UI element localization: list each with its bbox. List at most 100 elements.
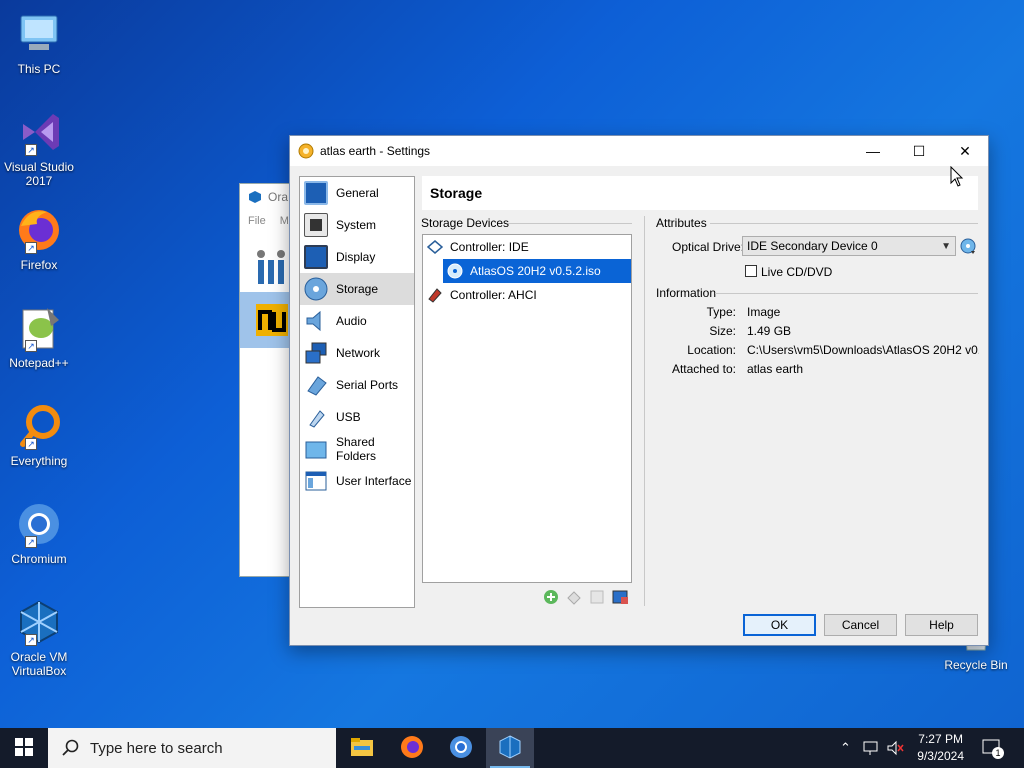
help-button[interactable]: Help bbox=[905, 614, 978, 636]
tree-item-iso[interactable]: AtlasOS 20H2 v0.5.2.iso bbox=[443, 259, 631, 283]
notification-icon: 1 bbox=[982, 739, 1004, 759]
general-icon bbox=[304, 181, 328, 205]
taskbar-app-chromium[interactable] bbox=[437, 728, 485, 768]
sidebar-item-user-interface[interactable]: User Interface bbox=[300, 465, 414, 497]
attributes-label: Attributes bbox=[656, 216, 707, 230]
desktop-icon-label: Recycle Bin bbox=[944, 658, 1008, 672]
dialog-title-bar[interactable]: atlas earth - Settings — ☐ ✕ bbox=[290, 136, 988, 166]
desktop-icon-everything[interactable]: ↗ Everything bbox=[2, 402, 76, 468]
clock-time: 7:27 PM bbox=[918, 732, 963, 746]
menu-file[interactable]: File bbox=[248, 215, 266, 227]
tree-item-label: AtlasOS 20H2 v0.5.2.iso bbox=[470, 264, 601, 278]
tree-item-controller-ahci[interactable]: Controller: AHCI bbox=[423, 283, 631, 307]
info-location-key: Location: bbox=[687, 343, 736, 357]
computer-icon bbox=[15, 10, 63, 58]
desktop-icon-visual-studio[interactable]: ↗ Visual Studio 2017 bbox=[2, 108, 76, 188]
sidebar-item-label: User Interface bbox=[336, 474, 412, 488]
show-hidden-icons-chevron-icon[interactable]: ⌃ bbox=[840, 728, 851, 768]
clock-date: 9/3/2024 bbox=[917, 749, 964, 763]
live-cd-label: Live CD/DVD bbox=[761, 265, 833, 279]
taskbar: Type here to search ⌃ 7:27 PM 9/3/2024 1 bbox=[0, 728, 1024, 768]
maximize-button[interactable]: ☐ bbox=[896, 136, 942, 166]
sidebar-item-serial-ports[interactable]: Serial Ports bbox=[300, 369, 414, 401]
page-title: Storage bbox=[422, 176, 978, 210]
sidebar-item-display[interactable]: Display bbox=[300, 241, 414, 273]
optical-drive-label: Optical Drive: bbox=[672, 240, 745, 254]
user-interface-icon bbox=[304, 469, 328, 493]
start-button[interactable] bbox=[0, 728, 48, 768]
everything-search-icon: ↗ bbox=[15, 402, 63, 450]
window-title: Ora bbox=[268, 190, 289, 204]
storage-tree[interactable]: Controller: IDE AtlasOS 20H2 v0.5.2.iso … bbox=[422, 234, 632, 583]
sidebar-item-label: System bbox=[336, 218, 377, 232]
taskbar-app-firefox[interactable] bbox=[388, 728, 436, 768]
storage-icon bbox=[304, 277, 328, 301]
ide-controller-icon bbox=[426, 239, 444, 255]
sidebar-item-system[interactable]: System bbox=[300, 209, 414, 241]
remove-attachment-button[interactable] bbox=[565, 588, 583, 606]
desktop-icon-label: Firefox bbox=[20, 258, 58, 272]
notification-count-badge: 1 bbox=[992, 747, 1004, 759]
remove-controller-button[interactable] bbox=[611, 588, 629, 606]
info-attached-key: Attached to: bbox=[671, 362, 736, 376]
virtualbox-icon bbox=[248, 190, 262, 204]
info-location-value: C:\Users\vm5\Downloads\AtlasOS 20H2 v0.5… bbox=[747, 343, 979, 357]
desktop-icon-notepad-plus-plus[interactable]: ↗ Notepad++ bbox=[2, 304, 76, 370]
sidebar-item-usb[interactable]: USB bbox=[300, 401, 414, 433]
add-attachment-button[interactable] bbox=[542, 588, 560, 606]
cancel-button[interactable]: Cancel bbox=[824, 614, 897, 636]
ok-button[interactable]: OK bbox=[743, 614, 816, 636]
info-type-value: Image bbox=[747, 305, 781, 319]
storage-devices-label: Storage Devices bbox=[421, 216, 510, 230]
sidebar-item-general[interactable]: General bbox=[300, 177, 414, 209]
optical-drive-value: IDE Secondary Device 0 bbox=[747, 239, 878, 253]
info-attached-value: atlas earth bbox=[747, 362, 804, 376]
sidebar-item-audio[interactable]: Audio bbox=[300, 305, 414, 337]
notepad-plus-plus-icon: ↗ bbox=[15, 304, 63, 352]
usb-icon bbox=[304, 405, 328, 429]
sidebar-item-label: USB bbox=[336, 410, 361, 424]
taskbar-app-virtualbox[interactable] bbox=[486, 728, 534, 768]
chevron-down-icon: ▼ bbox=[941, 240, 951, 252]
desktop-icon-this-pc[interactable]: This PC bbox=[2, 10, 76, 76]
virtualbox-icon: ↗ bbox=[15, 598, 63, 646]
settings-sidebar: General System Display Storage Audio Net… bbox=[299, 176, 415, 608]
network-status-icon[interactable] bbox=[862, 728, 880, 768]
settings-dialog[interactable]: atlas earth - Settings — ☐ ✕ General Sys… bbox=[289, 135, 989, 646]
add-controller-button[interactable] bbox=[588, 588, 606, 606]
desktop-icon-label: Oracle VM VirtualBox bbox=[10, 650, 68, 678]
chromium-icon: ↗ bbox=[15, 500, 63, 548]
tree-item-controller-ide[interactable]: Controller: IDE bbox=[423, 235, 631, 259]
sidebar-item-label: Display bbox=[336, 250, 376, 264]
desktop-icon-label: Notepad++ bbox=[9, 356, 69, 370]
search-icon bbox=[62, 739, 80, 757]
display-icon bbox=[304, 245, 328, 269]
tree-item-label: Controller: IDE bbox=[450, 240, 529, 254]
taskbar-clock[interactable]: 7:27 PM 9/3/2024 bbox=[917, 731, 964, 765]
chromium-icon bbox=[449, 735, 473, 762]
close-button[interactable]: ✕ bbox=[942, 136, 988, 166]
taskbar-app-file-explorer[interactable] bbox=[338, 728, 386, 768]
menu-machine[interactable]: M bbox=[280, 215, 289, 227]
sidebar-item-storage[interactable]: Storage bbox=[300, 273, 414, 305]
optical-drive-select[interactable]: IDE Secondary Device 0 ▼ bbox=[742, 236, 956, 256]
desktop-icon-firefox[interactable]: ↗ Firefox bbox=[2, 206, 76, 272]
desktop-icon-label: Visual Studio 2017 bbox=[4, 160, 74, 188]
volume-muted-icon[interactable] bbox=[886, 728, 904, 768]
live-cd-checkbox[interactable] bbox=[745, 265, 757, 277]
sidebar-item-network[interactable]: Network bbox=[300, 337, 414, 369]
desktop-icon-virtualbox[interactable]: ↗ Oracle VM VirtualBox bbox=[2, 598, 76, 678]
sidebar-item-label: Network bbox=[336, 346, 381, 360]
visual-studio-icon: ↗ bbox=[15, 108, 63, 156]
settings-gear-icon bbox=[298, 143, 314, 159]
sidebar-item-shared-folders[interactable]: Shared Folders bbox=[300, 433, 414, 465]
sidebar-item-label: General bbox=[336, 186, 379, 200]
desktop-icon-chromium[interactable]: ↗ Chromium bbox=[2, 500, 76, 566]
serial-ports-icon bbox=[304, 373, 328, 397]
desktop-icon-label: Chromium bbox=[11, 552, 67, 566]
taskbar-search-box[interactable]: Type here to search bbox=[48, 728, 336, 768]
dialog-title: atlas earth - Settings bbox=[320, 144, 431, 158]
minimize-button[interactable]: — bbox=[850, 136, 896, 166]
notification-center-button[interactable]: 1 bbox=[982, 728, 1004, 768]
choose-disk-button[interactable] bbox=[959, 237, 977, 255]
